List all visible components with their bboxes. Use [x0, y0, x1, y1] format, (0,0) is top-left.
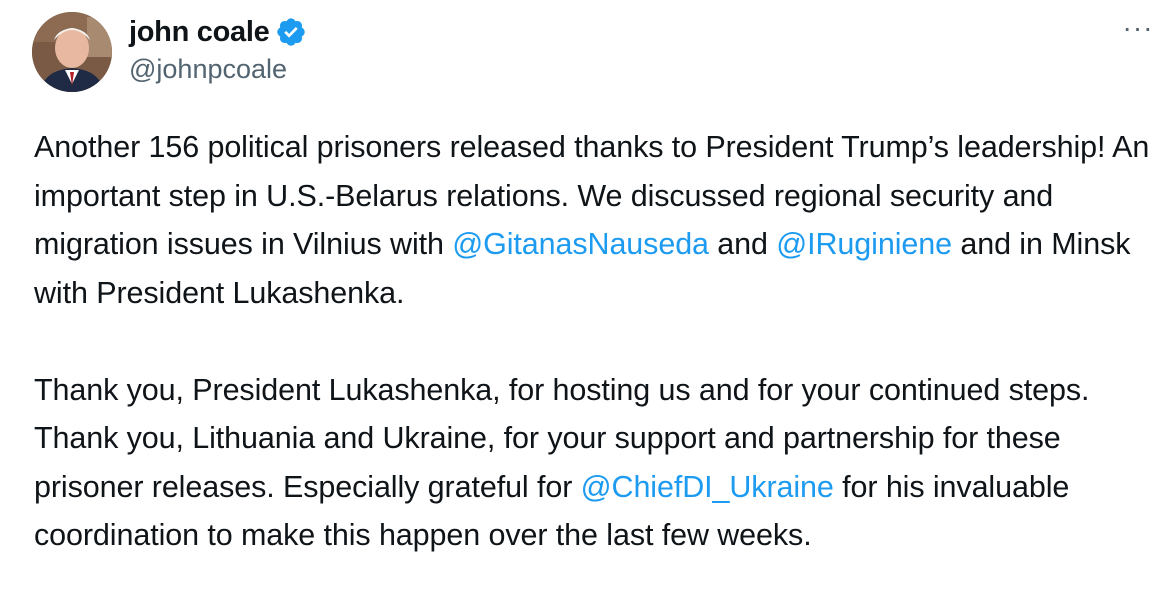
- profile-photo: [32, 12, 112, 92]
- more-options-button[interactable]: ···: [1118, 10, 1158, 46]
- tweet-paragraph-2: Thank you, President Lukashenka, for hos…: [34, 366, 1159, 560]
- text-segment: and: [708, 227, 777, 261]
- more-horizontal-icon: ···: [1122, 12, 1154, 43]
- tweet-paragraph-1: Another 156 political prisoners released…: [34, 123, 1159, 317]
- mention-link[interactable]: @GitanasNauseda: [452, 227, 709, 261]
- verified-badge-icon: [275, 16, 307, 48]
- tweet-text: Another 156 political prisoners released…: [34, 123, 1159, 560]
- name-row: john coale: [129, 14, 307, 50]
- user-handle[interactable]: @johnpcoale: [129, 54, 307, 85]
- display-name[interactable]: john coale: [129, 16, 270, 49]
- mention-link[interactable]: @ChiefDI_Ukraine: [581, 470, 834, 504]
- mention-link[interactable]: @IRuginiene: [776, 227, 952, 261]
- tweet-header: john coale @johnpcoale: [129, 14, 307, 85]
- tweet-card: john coale @johnpcoale ··· Another 156 p…: [0, 0, 1168, 604]
- avatar[interactable]: [32, 12, 112, 92]
